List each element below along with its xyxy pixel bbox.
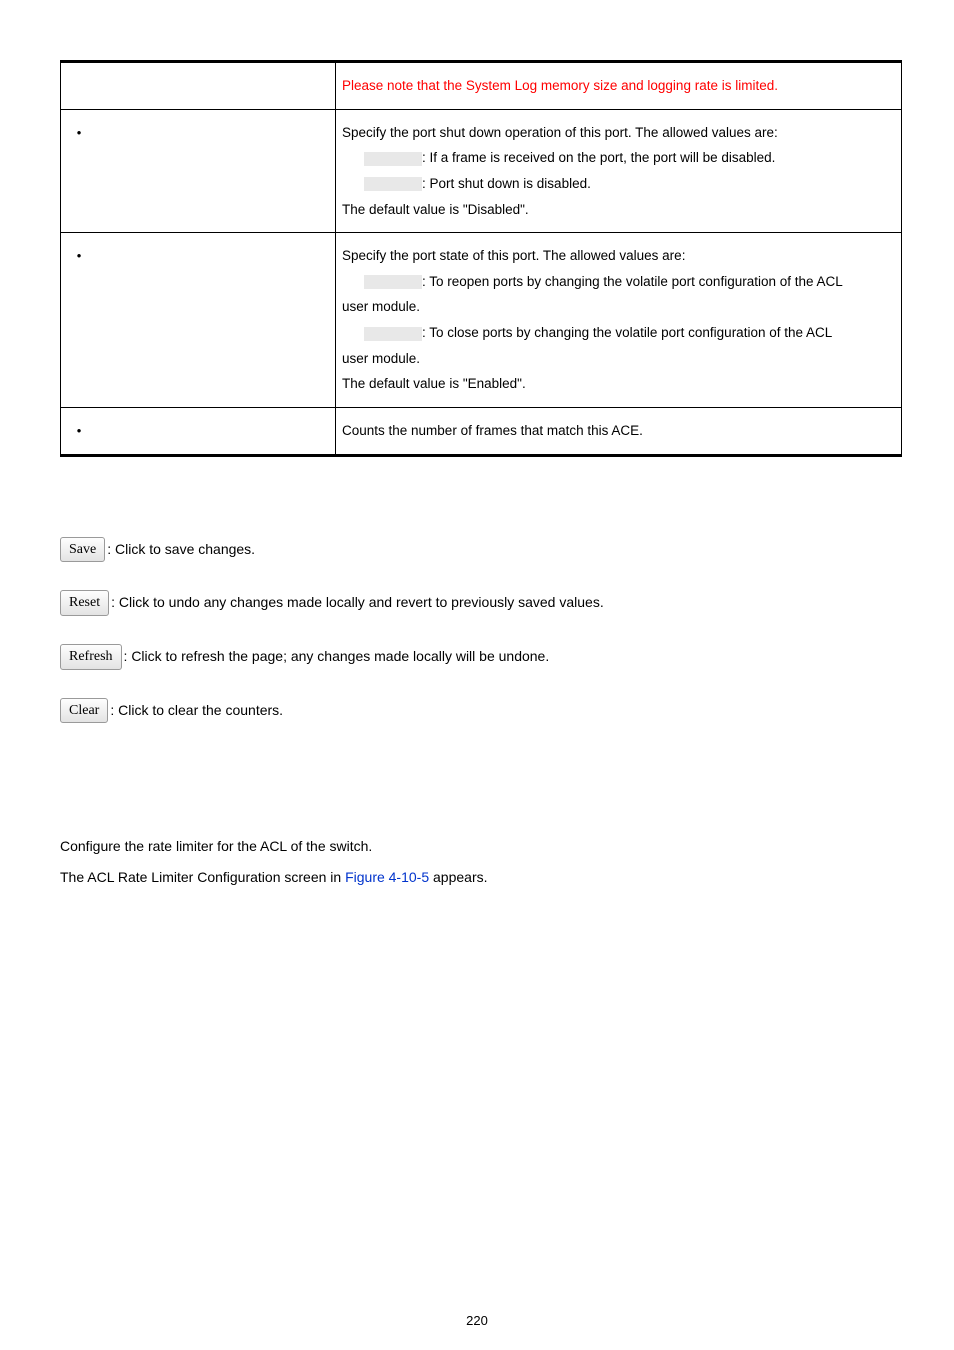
body-text: The default value is "Disabled". <box>342 202 529 217</box>
body-text: user module. <box>342 351 420 366</box>
figure-link[interactable]: Figure 4-10-5 <box>345 869 429 885</box>
body-text: user module. <box>342 299 420 314</box>
body-text: The ACL Rate Limiter Configuration scree… <box>60 869 345 885</box>
button-row: Reset : Click to undo any changes made l… <box>60 590 894 616</box>
row-content-cell: Specify the port state of this port. The… <box>336 233 902 408</box>
row-content-cell: Please note that the System Log memory s… <box>336 62 902 110</box>
indented-line: : If a frame is received on the port, th… <box>342 145 895 171</box>
body-text: Specify the port shut down operation of … <box>342 125 778 140</box>
body-text: : To reopen ports by changing the volati… <box>422 274 843 289</box>
table-row: • Counts the number of frames that match… <box>61 408 902 456</box>
body-text: : Port shut down is disabled. <box>422 176 591 191</box>
save-button[interactable]: Save <box>60 537 105 563</box>
button-description: : Click to refresh the page; any changes… <box>124 647 550 667</box>
bullet-icon: • <box>67 121 91 146</box>
table-row: • Specify the port state of this port. T… <box>61 233 902 408</box>
row-bullet-cell: • <box>61 408 336 456</box>
row-bullet-cell <box>61 62 336 110</box>
option-label-box <box>364 327 422 341</box>
spec-table: Please note that the System Log memory s… <box>60 60 902 457</box>
row-bullet-cell: • <box>61 109 336 233</box>
button-row: Save : Click to save changes. <box>60 537 894 563</box>
paragraph: Configure the rate limiter for the ACL o… <box>60 833 894 860</box>
page-root: Please note that the System Log memory s… <box>0 0 954 1350</box>
body-text: appears. <box>429 869 487 885</box>
body-text: The default value is "Enabled". <box>342 376 526 391</box>
paragraph: The ACL Rate Limiter Configuration scree… <box>60 864 894 891</box>
body-text: Counts the number of frames that match t… <box>342 423 643 438</box>
page-number: 220 <box>0 1313 954 1328</box>
row-content-cell: Counts the number of frames that match t… <box>336 408 902 456</box>
indented-line: : To reopen ports by changing the volati… <box>342 269 895 295</box>
body-paragraphs: Configure the rate limiter for the ACL o… <box>60 833 894 890</box>
indented-line: : To close ports by changing the volatil… <box>342 320 895 346</box>
row-content-cell: Specify the port shut down operation of … <box>336 109 902 233</box>
warning-text: Please note that the System Log memory s… <box>342 78 778 93</box>
reset-button[interactable]: Reset <box>60 590 109 616</box>
body-text: Specify the port state of this port. The… <box>342 248 685 263</box>
table-row: • Specify the port shut down operation o… <box>61 109 902 233</box>
option-label-box <box>364 275 422 289</box>
body-text: : To close ports by changing the volatil… <box>422 325 832 340</box>
row-bullet-cell: • <box>61 233 336 408</box>
clear-button[interactable]: Clear <box>60 698 108 724</box>
table-row: Please note that the System Log memory s… <box>61 62 902 110</box>
button-row: Refresh : Click to refresh the page; any… <box>60 644 894 670</box>
option-label-box <box>364 152 422 166</box>
buttons-description-section: Save : Click to save changes. Reset : Cl… <box>60 537 894 723</box>
indented-line: : Port shut down is disabled. <box>342 171 895 197</box>
button-description: : Click to undo any changes made locally… <box>111 593 604 613</box>
bullet-icon: • <box>67 419 91 444</box>
button-description: : Click to clear the counters. <box>110 701 283 721</box>
body-text: : If a frame is received on the port, th… <box>422 150 775 165</box>
button-row: Clear : Click to clear the counters. <box>60 698 894 724</box>
option-label-box <box>364 177 422 191</box>
bullet-icon: • <box>67 244 91 269</box>
button-description: : Click to save changes. <box>107 540 255 560</box>
refresh-button[interactable]: Refresh <box>60 644 122 670</box>
